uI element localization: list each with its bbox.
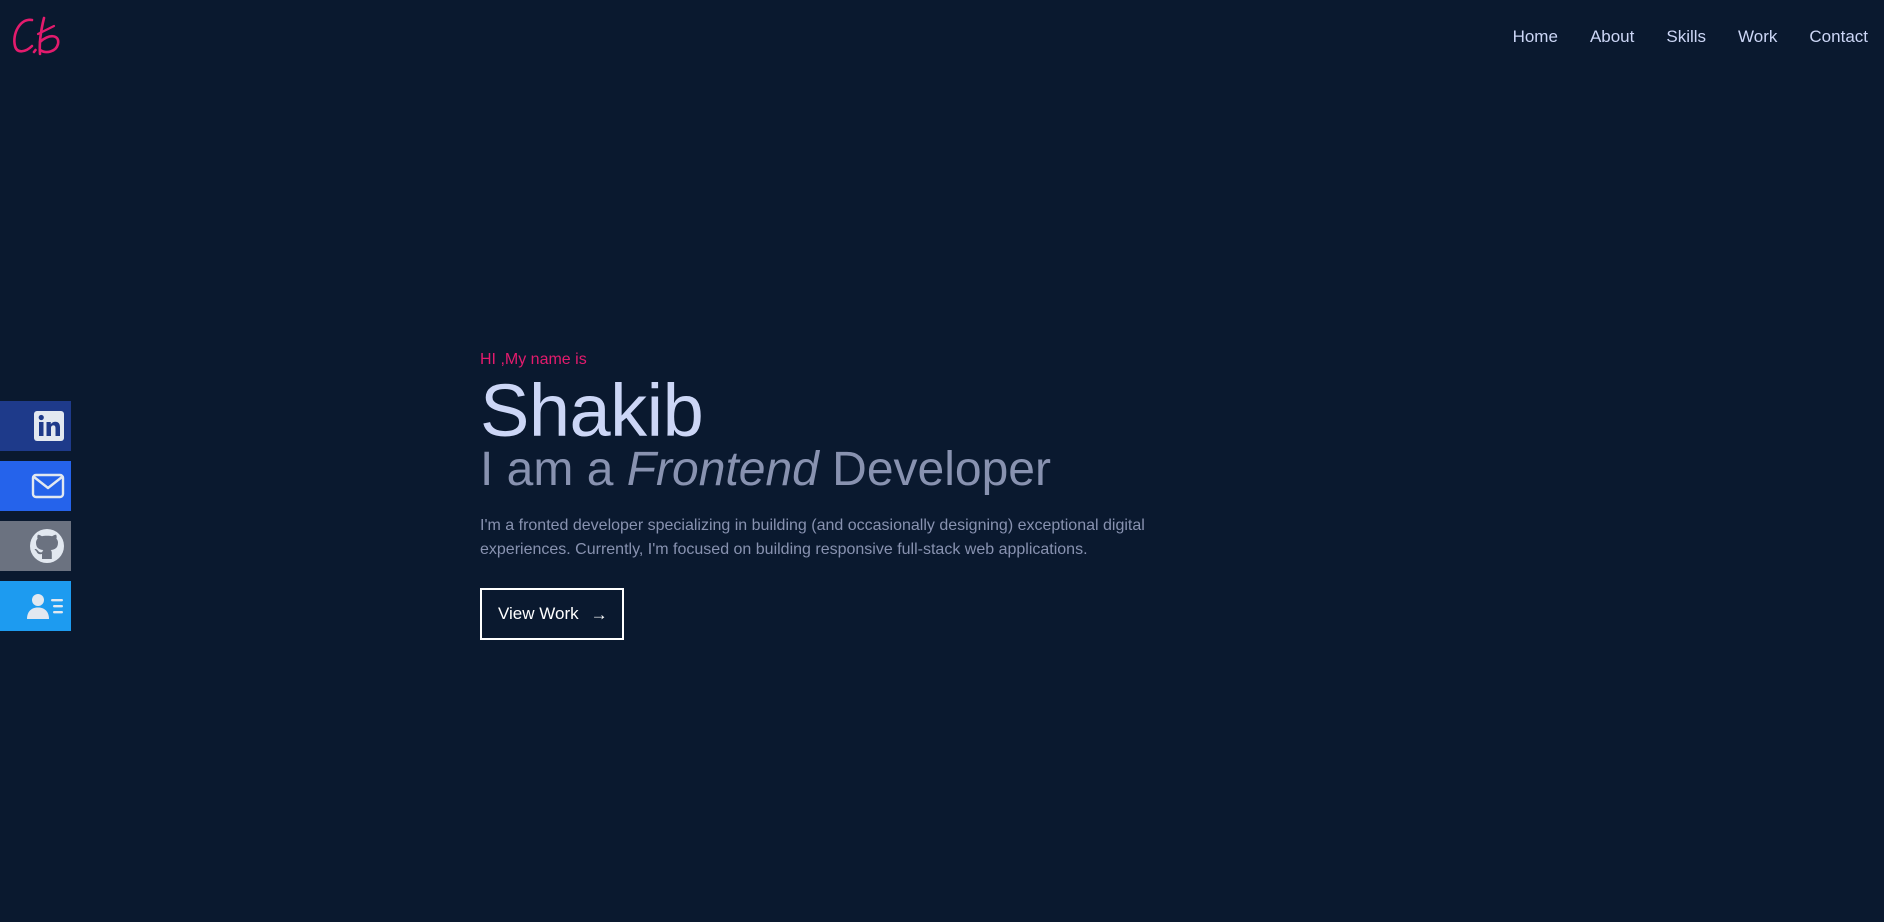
github-icon — [30, 529, 64, 563]
linkedin-icon — [34, 411, 64, 441]
hero-role: I am a Frontend Developer — [480, 444, 1240, 496]
github-link[interactable] — [0, 521, 71, 571]
hero-name: Shakib — [480, 369, 704, 452]
hero-role-prefix: I am a — [480, 443, 627, 496]
arrow-right-icon: → — [590, 604, 608, 624]
nav-skills[interactable]: Skills — [1666, 26, 1706, 48]
hero-section: HI ,My name is Shakib I am a Frontend De… — [480, 350, 1240, 640]
page: Home About Skills Work Contact HI ,My na… — [0, 0, 1884, 922]
hero-role-suffix: Developer — [818, 443, 1051, 496]
linkedin-link[interactable] — [0, 401, 71, 451]
nav-home[interactable]: Home — [1513, 26, 1558, 48]
hero-intro: HI ,My name is — [480, 351, 587, 368]
hero-role-emphasis: Frontend — [626, 443, 819, 496]
logo[interactable] — [10, 12, 66, 60]
social-sidebar — [0, 401, 71, 641]
mail-icon — [31, 473, 65, 499]
logo-signature-icon — [13, 16, 60, 56]
main-nav: Home About Skills Work Contact — [1513, 26, 1868, 48]
nav-contact[interactable]: Contact — [1809, 26, 1868, 48]
email-link[interactable] — [0, 461, 71, 511]
view-work-label: View Work — [498, 604, 579, 623]
nav-work[interactable]: Work — [1738, 26, 1777, 48]
resume-link[interactable] — [0, 581, 71, 631]
resume-icon — [27, 594, 63, 619]
hero-description: I'm a fronted developer specializing in … — [480, 517, 1145, 558]
nav-about[interactable]: About — [1590, 26, 1634, 48]
view-work-button[interactable]: View Work → — [480, 588, 624, 640]
